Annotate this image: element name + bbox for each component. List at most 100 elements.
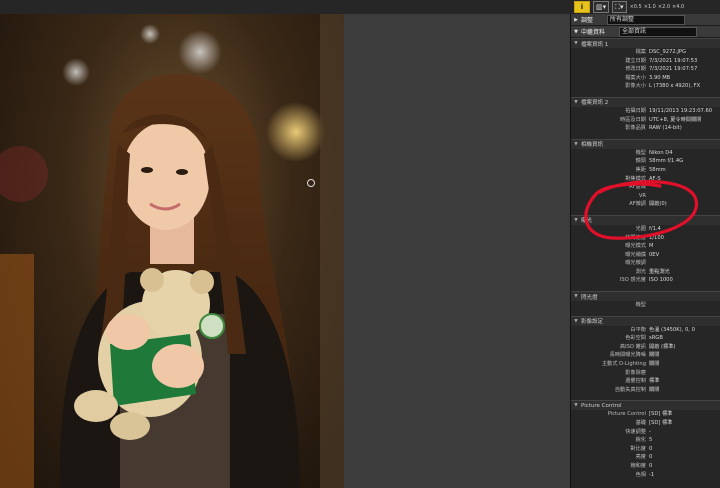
section-title: 曝光 xyxy=(581,218,593,225)
histogram-button[interactable]: ▥▾ xyxy=(593,1,610,13)
metadata-select[interactable]: 全部資訊 xyxy=(619,26,698,37)
metadata-value: f/1.4 xyxy=(649,225,661,232)
metadata-key: 機型 xyxy=(635,149,646,156)
metadata-value xyxy=(649,259,720,268)
metadata-header[interactable]: ▼ 中繼資料 全部資訊 xyxy=(571,26,720,38)
metadata-value: 關閉 xyxy=(649,352,660,359)
expand-down-icon: ▼ xyxy=(574,318,578,324)
metadata-value: 0 xyxy=(649,454,653,461)
section-title: 相機資訊 xyxy=(581,142,604,149)
section-header[interactable]: ▼ Picture Control xyxy=(571,400,720,411)
adjust-select[interactable]: 所有調整 xyxy=(607,14,686,25)
metadata-row: 白平衡 色溫 (3450K), 0, 0 xyxy=(571,326,720,335)
metadata-value: [SD] 標準 xyxy=(649,420,673,426)
info-button[interactable]: i xyxy=(574,1,590,13)
metadata-value: 開啟 (標準) xyxy=(649,343,676,350)
metadata-row: 銳化 5 xyxy=(571,436,720,445)
metadata-key: 鏡頭 xyxy=(635,158,646,165)
metadata-key: 邊暈控制 xyxy=(625,378,646,385)
metadata-row: 影像大小 L (7380 x 4920), FX xyxy=(571,82,720,91)
section-title: 檔案資訊 1 xyxy=(581,41,609,48)
metadata-sections: ▼ 檔案資訊 1 檔案 DSC_9272.JPG 建立日期 7/3/2021 19:07:… xyxy=(571,38,720,485)
metadata-key: 亮度 xyxy=(635,454,646,461)
section-title: Picture Control xyxy=(581,402,622,409)
zoom-3[interactable]: ×4.0 xyxy=(672,4,684,10)
metadata-value xyxy=(649,192,720,201)
metadata-row: 影像除塵 xyxy=(571,369,720,378)
metadata-value: 3.90 MB xyxy=(649,74,671,81)
metadata-key: 曝光補償 xyxy=(625,251,646,258)
section-header[interactable]: ▼ 檔案資訊 2 xyxy=(571,96,720,107)
metadata-key: 拍攝日期 xyxy=(625,107,646,114)
section-header[interactable]: ▼ 曝光 xyxy=(571,214,720,225)
metadata-key: 對比度 xyxy=(630,445,646,452)
metadata-value: 標準 xyxy=(649,378,660,385)
metadata-key: 快速調整 xyxy=(625,428,646,435)
metadata-row: 機型 xyxy=(571,301,720,310)
metadata-row: 焦距 58mm xyxy=(571,166,720,175)
metadata-row: 影像品質 RAW (14-bit) xyxy=(571,124,720,133)
metadata-value: 0EV xyxy=(649,251,660,258)
metadata-key: 測光 xyxy=(635,268,646,275)
zoom-0[interactable]: ×0.5 xyxy=(630,4,642,10)
metadata-key: 長時間曝光降噪 xyxy=(609,352,646,359)
metadata-value: DSC_9272.JPG xyxy=(649,49,687,55)
metadata-value: 5 xyxy=(649,437,653,444)
zoom-2[interactable]: ×2.0 xyxy=(658,4,670,10)
metadata-row: VR xyxy=(571,192,720,201)
metadata-key: 修改日期 xyxy=(625,66,646,73)
metadata-value: M xyxy=(649,243,654,250)
metadata-key: 飽和度 xyxy=(630,462,646,469)
metadata-key: 光圈 xyxy=(635,225,646,232)
metadata-row: 建立日期 7/3/2021 19:07:53 xyxy=(571,57,720,66)
metadata-row: 鏡頭 58mm f/1.4G xyxy=(571,157,720,166)
metadata-value xyxy=(649,183,720,192)
metadata-value: UTC+8, 夏令時間關閉 xyxy=(649,116,702,123)
expand-down-icon: ▼ xyxy=(574,294,578,300)
metadata-key: VR xyxy=(638,192,646,199)
expand-down-icon: ▼ xyxy=(574,403,578,409)
metadata-row: AF微調 開啟(0) xyxy=(571,200,720,209)
metadata-key: 曝光模式 xyxy=(625,243,646,250)
metadata-value: L (7380 x 4920), FX xyxy=(649,83,701,90)
metadata-label: 中繼資料 xyxy=(581,29,606,36)
cursor-indicator xyxy=(307,179,315,187)
section-header[interactable]: ▼ 相機資訊 xyxy=(571,138,720,149)
photo-preview[interactable] xyxy=(0,14,344,488)
metadata-row: 光圈 f/1.4 xyxy=(571,225,720,234)
metadata-row: 檔案 DSC_9272.JPG xyxy=(571,48,720,57)
metadata-key: AF微調 xyxy=(629,201,646,208)
section-header[interactable]: ▼ 影像設定 xyxy=(571,315,720,326)
metadata-row: 自動失真控制 關閉 xyxy=(571,386,720,395)
metadata-row: 長時間曝光降噪 關閉 xyxy=(571,351,720,360)
metadata-row: 曝光微調 xyxy=(571,259,720,268)
metadata-key: 基礎 xyxy=(635,420,646,426)
metadata-value: 色溫 (3450K), 0, 0 xyxy=(649,326,695,333)
metadata-value: -1 xyxy=(649,471,655,478)
metadata-key: 快門速度 xyxy=(625,234,646,241)
metadata-key: ISO 感光度 xyxy=(619,277,646,284)
metadata-row: Picture Control [SD] 標準 xyxy=(571,410,720,419)
metadata-key: 機型 xyxy=(635,302,646,309)
adjust-header[interactable]: ▶ 調整 所有調整 xyxy=(571,14,720,26)
metadata-value: 58mm f/1.4G xyxy=(649,158,684,165)
metadata-value: 7/3/2021 19:07:57 xyxy=(649,66,698,73)
metadata-key: 曝光微調 xyxy=(625,260,646,267)
metadata-key: 主動式 D-Lighting xyxy=(601,361,646,368)
section-header[interactable]: ▼ 閃光燈 xyxy=(571,291,720,302)
metadata-row: 色相 -1 xyxy=(571,471,720,480)
zoom-1[interactable]: ×1.0 xyxy=(644,4,656,10)
metadata-row: 拍攝日期 19/11/2013 19:23:07.60 xyxy=(571,107,720,116)
metadata-key: 檔案大小 xyxy=(625,74,646,81)
metadata-row: 色彩空間 sRGB xyxy=(571,334,720,343)
metadata-value: 1/100 xyxy=(649,234,664,241)
expand-down-icon: ▼ xyxy=(574,28,578,35)
metadata-row: 快速調整 - xyxy=(571,428,720,437)
metadata-row: 對比度 0 xyxy=(571,445,720,454)
section-title: 影像設定 xyxy=(581,319,604,326)
zoom-levels[interactable]: ×0.5 ×1.0 ×2.0 ×4.0 xyxy=(630,4,685,10)
fit-screen-button[interactable]: ⛶▾ xyxy=(612,1,627,13)
metadata-row: 亮度 0 xyxy=(571,453,720,462)
section-header[interactable]: ▼ 檔案資訊 1 xyxy=(571,38,720,48)
